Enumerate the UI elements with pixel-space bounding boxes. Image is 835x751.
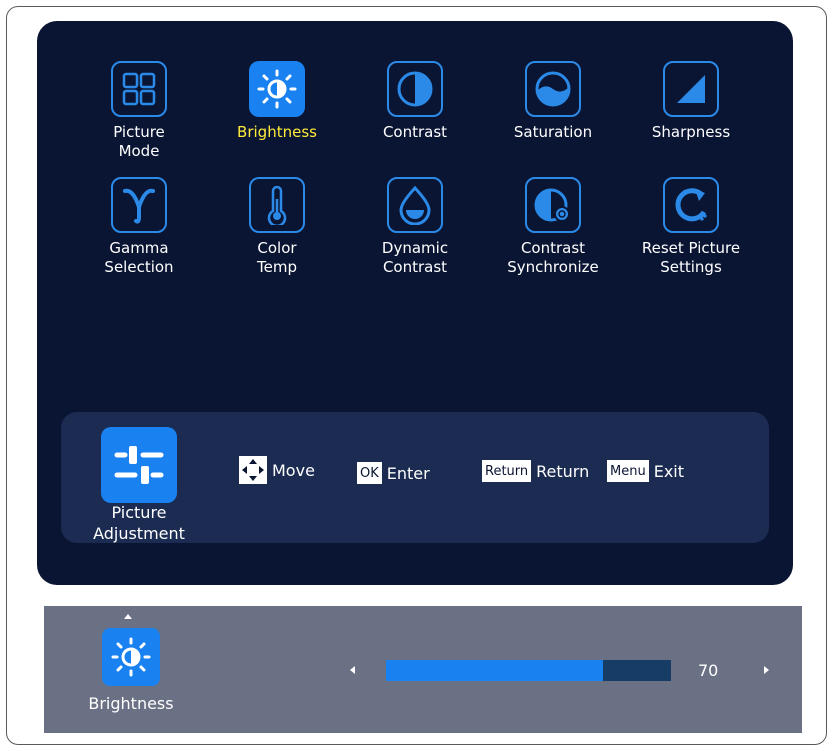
tile-label: Contrast Synchronize bbox=[507, 239, 599, 276]
tile-color-temp[interactable]: Color Temp bbox=[217, 177, 337, 277]
sliders-icon bbox=[101, 427, 177, 503]
enter-label: Enter bbox=[386, 463, 430, 483]
move-label: Move bbox=[272, 460, 315, 480]
tile-label: Gamma Selection bbox=[104, 239, 174, 276]
tile-saturation[interactable]: Saturation bbox=[493, 61, 613, 142]
tile-label: Reset Picture Settings bbox=[641, 239, 741, 276]
decrease-arrow-icon[interactable] bbox=[350, 666, 355, 674]
thermometer-icon bbox=[249, 177, 305, 233]
tile-brightness[interactable]: Brightness bbox=[217, 61, 337, 142]
saturation-icon bbox=[525, 61, 581, 117]
gamma-icon bbox=[111, 177, 167, 233]
tile-label: Picture Mode bbox=[113, 123, 165, 160]
contrast-sync-icon bbox=[525, 177, 581, 233]
return-label: Return bbox=[536, 461, 590, 481]
hint-move: Move bbox=[239, 456, 315, 484]
tile-gamma-selection[interactable]: Gamma Selection bbox=[79, 177, 199, 277]
contrast-icon bbox=[387, 61, 443, 117]
tile-label: Brightness bbox=[237, 123, 317, 141]
hint-enter: OK Enter bbox=[357, 461, 430, 485]
brightness-slider-track[interactable] bbox=[386, 660, 671, 681]
osd-menu-panel: Picture Mode Brightness Contrast Saturat… bbox=[37, 21, 793, 585]
slider-value: 70 bbox=[698, 661, 719, 680]
brightness-slider-fill bbox=[386, 660, 603, 681]
droplet-icon bbox=[387, 177, 443, 233]
up-arrow-icon[interactable] bbox=[124, 614, 132, 619]
tile-contrast-synchronize[interactable]: Contrast Synchronize bbox=[493, 177, 613, 277]
tile-contrast[interactable]: Contrast bbox=[355, 61, 475, 142]
reset-icon bbox=[663, 177, 719, 233]
hint-return: Return Return bbox=[482, 459, 589, 483]
ok-key: OK bbox=[357, 462, 382, 484]
grid-icon bbox=[111, 61, 167, 117]
arrow-keys-icon bbox=[239, 456, 267, 484]
tile-sharpness[interactable]: Sharpness bbox=[631, 61, 751, 142]
sharpness-icon bbox=[663, 61, 719, 117]
tile-label: Contrast bbox=[382, 123, 448, 141]
sun-icon bbox=[249, 61, 305, 117]
tile-picture-mode[interactable]: Picture Mode bbox=[79, 61, 199, 161]
category-label: Picture Adjustment bbox=[93, 503, 185, 543]
return-key: Return bbox=[482, 460, 532, 482]
sun-icon bbox=[102, 628, 160, 686]
hint-exit: Menu Exit bbox=[607, 459, 684, 483]
tile-label: Saturation bbox=[513, 123, 593, 141]
help-panel: Picture Adjustment Move OK Enter Return … bbox=[61, 412, 769, 543]
slider-label: Brightness bbox=[88, 694, 174, 713]
exit-label: Exit bbox=[653, 461, 684, 481]
increase-arrow-icon[interactable] bbox=[764, 666, 769, 674]
tile-label: Sharpness bbox=[651, 123, 731, 141]
tile-dynamic-contrast[interactable]: Dynamic Contrast bbox=[355, 177, 475, 277]
tile-reset-picture-settings[interactable]: Reset Picture Settings bbox=[631, 177, 751, 277]
menu-key: Menu bbox=[607, 460, 649, 482]
tile-label: Dynamic Contrast bbox=[381, 239, 449, 276]
brightness-adjust-bar: Brightness 70 bbox=[44, 606, 802, 733]
tile-label: Color Temp bbox=[257, 239, 297, 276]
